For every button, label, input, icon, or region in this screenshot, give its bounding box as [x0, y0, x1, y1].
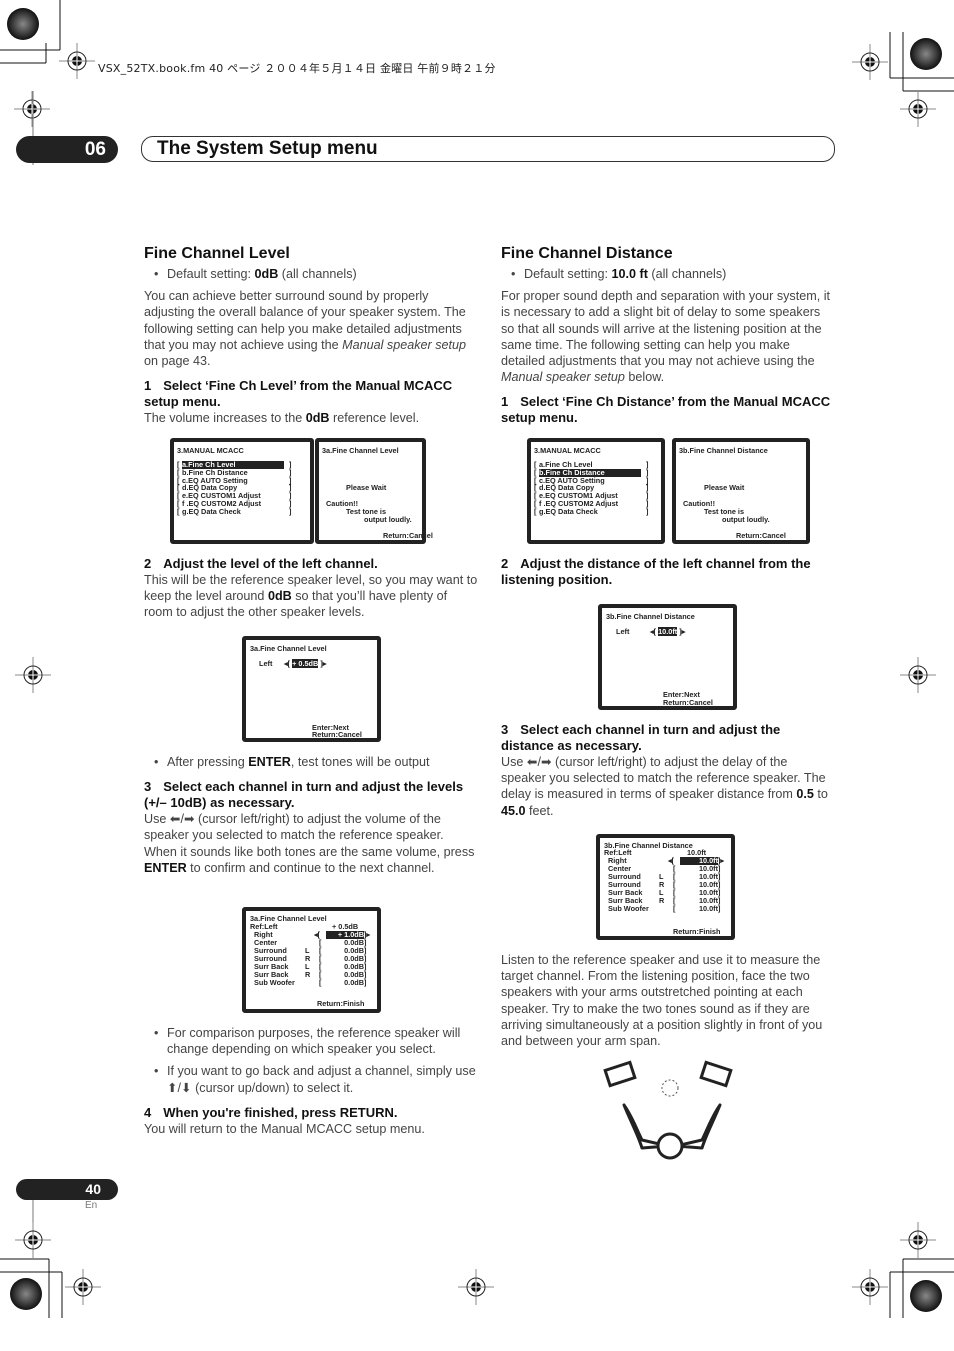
enter-bullet: After pressing ENTER, test tones will be… [144, 754, 478, 770]
registration-mark [64, 1268, 102, 1306]
step-4-block: For comparison purposes, the reference s… [144, 1025, 478, 1146]
star-target-top-left [7, 8, 39, 40]
osd-manual-mcacc-menu-distance: 3.MANUAL MCACC [a.Fine Ch Level][b.Fine … [527, 438, 665, 544]
step-3-text: Use ⬅/➡ (cursor left/right) to adjust th… [144, 812, 475, 875]
channel-side: R [659, 896, 665, 905]
section-heading: Fine Channel Distance [501, 245, 673, 262]
step-1-heading: 1 Select ‘Fine Ch Level’ from the Manual … [144, 378, 453, 410]
osd-left-distance: 3b.Fine Channel Distance Left ◂[ 10.0ft … [598, 604, 737, 710]
channel-value[interactable]: 0.0dB [326, 979, 364, 987]
sound-focus-point-icon [661, 1079, 679, 1097]
osd-manual-mcacc-menu-level: 3.MANUAL MCACC [a.Fine Ch Level][b.Fine … [170, 438, 314, 544]
channel-name: Sub Woofer [254, 978, 295, 987]
step-2-text: This will be the reference speaker level… [144, 573, 478, 620]
osd-channel-levels: 3a.Fine Channel Level Ref:Left + 0.5dB R… [242, 907, 381, 1013]
osd-left-level: 3a.Fine Channel Level Left ◂[ + 0.5dB ]▸… [242, 636, 381, 742]
right-speaker-icon [699, 1060, 733, 1088]
chapter-title: The System Setup menu [157, 138, 378, 159]
step-3-block: 3 Select each channel in turn and adjust … [501, 722, 835, 828]
registration-mark [851, 43, 889, 81]
intro-paragraph: For proper sound depth and separation wi… [501, 289, 831, 385]
registration-mark [14, 656, 52, 694]
osd-channel-distances: 3b.Fine Channel Distance Ref:Left 10.0ft… [596, 834, 735, 940]
left-speaker-icon [603, 1060, 637, 1088]
fine-channel-level-section: Fine Channel Level Default setting: 0dB … [144, 245, 478, 435]
fine-channel-distance-section: Fine Channel Distance Default setting: 1… [501, 245, 835, 426]
channel-value[interactable]: 10.0ft [680, 905, 718, 913]
step-3-block: After pressing ENTER, test tones will be… [144, 754, 478, 885]
step-2-heading: 2 Adjust the distance of the left channel… [501, 556, 811, 587]
manual-speaker-setup-link: Manual speaker setup [342, 337, 467, 352]
registration-mark [14, 1221, 52, 1259]
channel-side: R [305, 970, 311, 979]
default-setting-bullet: Default setting: 10.0 ft (all channels) [501, 266, 835, 282]
step-1-heading: 1 Select ‘Fine Ch Distance’ from the Manu… [501, 394, 831, 426]
listener-head-icon [656, 1132, 684, 1160]
section-heading: Fine Channel Level [144, 245, 290, 262]
osd-fine-level-wait: 3a.Fine Channel Level Please Wait Cautio… [315, 438, 433, 544]
menu-list: [a.Fine Ch Level][b.Fine Ch Distance][c.… [177, 461, 292, 516]
registration-mark [899, 1221, 937, 1259]
value-bracket-close: ] [718, 904, 721, 913]
left-level-value: + 0.5dB [292, 659, 319, 668]
go-back-bullet: If you want to go back and adjust a chan… [144, 1063, 478, 1095]
value-bracket-open: [ [673, 904, 676, 913]
listening-position-diagram [603, 1060, 733, 1160]
step-2-heading: 2 Adjust the level of the left channel. [144, 556, 378, 571]
chapter-number-badge: 06 [16, 136, 118, 163]
step-3-heading: 3 Select each channel in turn and adjust … [144, 779, 464, 811]
star-target-bottom-left [10, 1278, 42, 1310]
step-4-text: You will return to the Manual MCACC setu… [144, 1121, 425, 1136]
intro-paragraph: You can achieve better surround sound by… [144, 289, 467, 369]
registration-mark [58, 42, 96, 80]
step-3-text: Use ⬅/➡ (cursor left/right) to adjust th… [501, 755, 828, 818]
page-language: En [85, 1200, 98, 1211]
star-target-bottom-right [910, 1280, 942, 1312]
value-bracket-close: ] [364, 978, 367, 987]
step-2-block: 2 Adjust the level of the left channel. T… [144, 556, 478, 630]
manual-speaker-setup-link: Manual speaker setup [501, 370, 625, 385]
channel-name: Sub Woofer [608, 904, 649, 913]
step-4-heading: 4 When you're finished, press RETURN. [144, 1104, 398, 1120]
step-2-block: 2 Adjust the distance of the left channel… [501, 556, 835, 588]
listen-paragraph: Listen to the reference speaker and use … [501, 953, 823, 1049]
listening-instructions: Listen to the reference speaker and use … [501, 952, 835, 1058]
registration-mark [899, 90, 937, 128]
step-3-heading: 3 Select each channel in turn and adjust … [501, 722, 781, 753]
registration-mark [851, 1268, 889, 1306]
page-number-badge: 40 [16, 1179, 118, 1200]
step-1-text: The volume increases to the 0dB referenc… [144, 411, 420, 426]
value-bracket-open: [ [319, 978, 322, 987]
osd-fine-distance-wait: 3b.Fine Channel Distance Please Wait Cau… [672, 438, 810, 544]
registration-mark [457, 1268, 495, 1306]
menu-item[interactable]: [g.EQ Data Check] [177, 506, 292, 516]
menu-item-label: g.EQ Data Check [539, 506, 598, 516]
registration-mark [13, 90, 51, 128]
registration-mark [899, 656, 937, 694]
menu-item[interactable]: [g.EQ Data Check] [534, 506, 649, 516]
left-distance-value: 10.0ft [658, 627, 678, 636]
menu-item-label: g.EQ Data Check [182, 506, 241, 516]
star-target-top-right [910, 38, 942, 70]
printer-marks [0, 0, 954, 1318]
default-setting-bullet: Default setting: 0dB (all channels) [144, 266, 478, 282]
comparison-bullet: For comparison purposes, the reference s… [144, 1025, 478, 1057]
menu-list: [a.Fine Ch Level][b.Fine Ch Distance][c.… [534, 461, 649, 516]
file-info-line: VSX_52TX.book.fm 40 ページ ２００４年５月１４日 金曜日 午… [98, 62, 496, 75]
